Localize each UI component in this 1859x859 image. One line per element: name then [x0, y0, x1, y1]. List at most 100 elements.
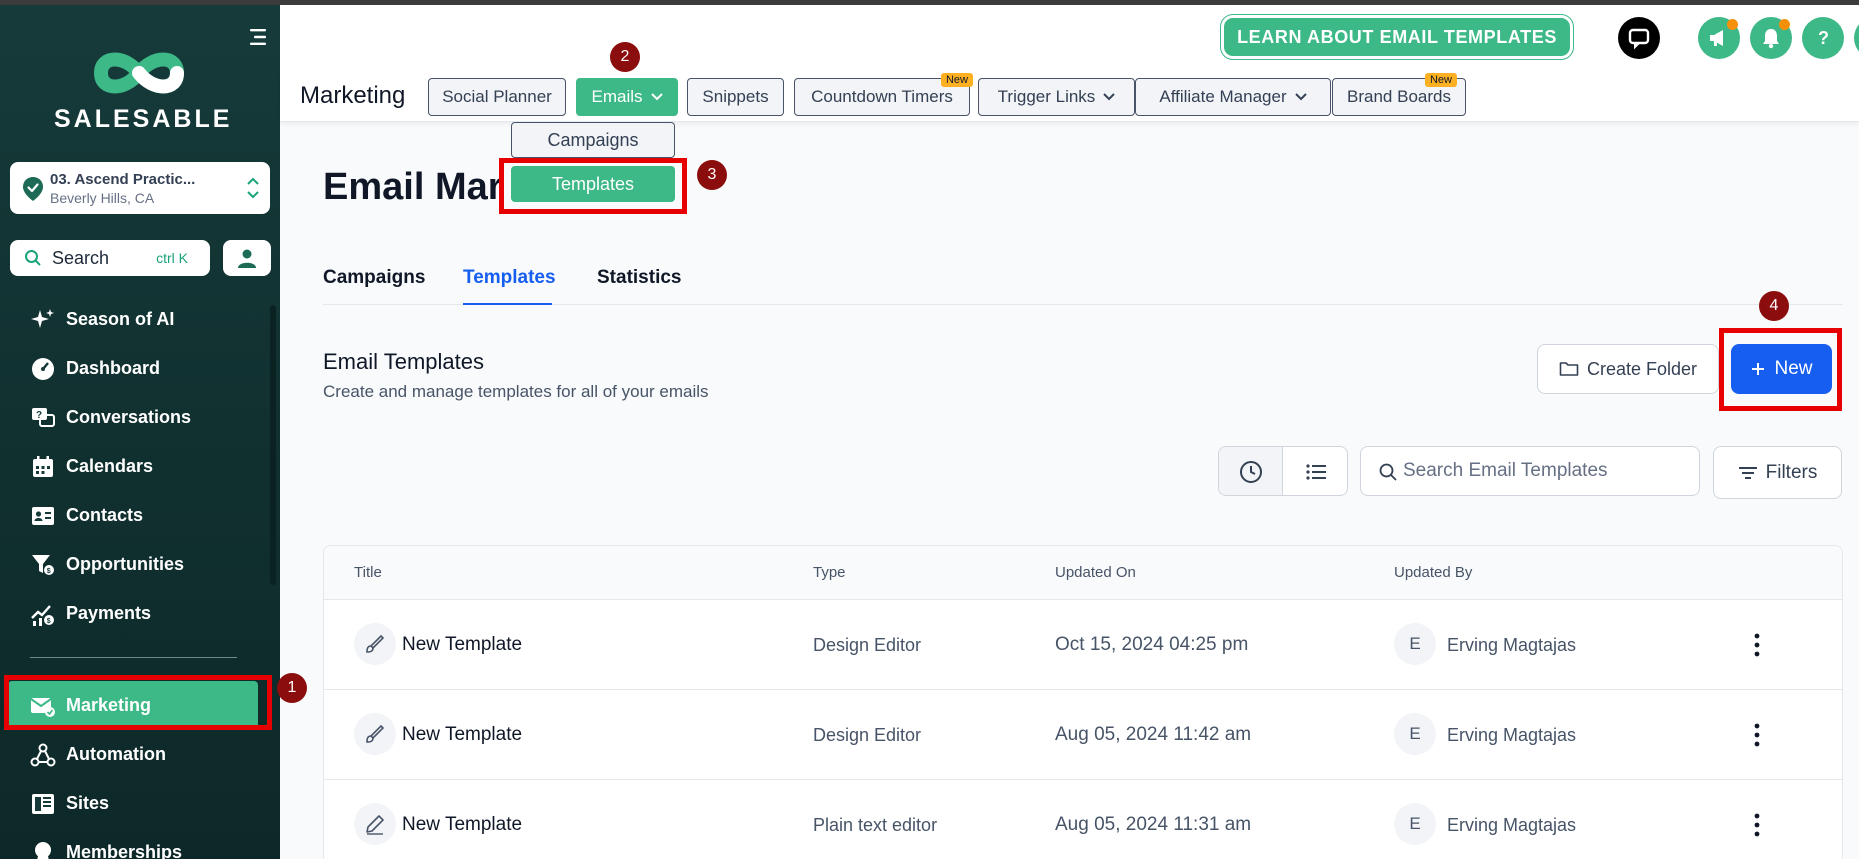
brand-name: SALESABLE [54, 105, 233, 133]
sidebar-item-season-of-ai[interactable]: Season of AI [0, 295, 270, 344]
tab-campaigns[interactable]: Campaigns [323, 267, 425, 289]
svg-text:$: $ [47, 618, 51, 625]
megaphone-icon[interactable] [1698, 17, 1740, 59]
tab-countdown-timers[interactable]: Countdown Timers New [794, 73, 973, 116]
create-folder-label: Create Folder [1586, 358, 1698, 379]
tab-brand-boards[interactable]: Brand Boards New [1332, 73, 1466, 116]
sidebar-item-label: Sites [66, 793, 110, 813]
clock-icon [1239, 461, 1262, 483]
sidebar-item-memberships[interactable]: Memberships [0, 828, 270, 859]
new-button-label: New [1774, 358, 1813, 379]
infinity-logo-icon [93, 52, 185, 94]
sidebar-scrollbar[interactable] [270, 305, 276, 585]
contact-card-icon [32, 506, 54, 525]
sidebar-item-sites[interactable]: Sites [0, 779, 270, 828]
brush-icon [354, 713, 396, 755]
menu-item-campaigns[interactable]: Campaigns [511, 122, 675, 158]
active-tab-underline [463, 303, 552, 305]
column-type[interactable]: Type [813, 564, 846, 581]
sidebar-item-marketing[interactable]: Marketing [8, 681, 258, 730]
step-marker-4: 4 [1759, 291, 1789, 321]
tab-label: Affiliate Manager [1159, 87, 1287, 106]
sparkles-icon [31, 308, 54, 328]
marketing-subnav: Marketing Social Planner Emails Snippets… [280, 72, 1859, 122]
step-marker-3: 3 [697, 160, 727, 190]
location-name: 03. Ascend Practic... [50, 171, 196, 188]
svg-text:?: ? [1818, 28, 1829, 48]
tab-statistics[interactable]: Statistics [597, 267, 681, 289]
sidebar-item-contacts[interactable]: Contacts [0, 491, 270, 540]
template-search-field[interactable] [1360, 446, 1700, 496]
template-search-input[interactable] [1403, 457, 1683, 485]
sidebar-item-label: Conversations [66, 407, 192, 427]
template-updated-by: Erving Magtajas [1447, 815, 1577, 835]
new-badge: New [1424, 73, 1457, 87]
folder-icon [1559, 362, 1579, 376]
view-toggle [1218, 446, 1348, 496]
table-row[interactable]: New Template Plain text editor Aug 05, 2… [324, 780, 1842, 859]
page-tabs: Campaigns Templates Statistics [323, 263, 1843, 305]
template-title[interactable]: New Template [402, 814, 522, 836]
brush-icon [354, 623, 396, 665]
template-type: Design Editor [813, 635, 922, 655]
tab-snippets[interactable]: Snippets [687, 78, 784, 116]
tab-templates[interactable]: Templates [463, 267, 556, 289]
list-view-button[interactable] [1283, 447, 1347, 495]
location-switcher[interactable]: 03. Ascend Practic... Beverly Hills, CA [10, 162, 270, 214]
sidebar-item-payments[interactable]: $ Payments [0, 589, 270, 638]
svg-text:$: $ [47, 568, 51, 575]
column-updated-by[interactable]: Updated By [1394, 564, 1472, 581]
sidebar-item-conversations[interactable]: ? Conversations [0, 393, 270, 442]
menu-item-templates[interactable]: Templates [511, 166, 675, 202]
tab-label: Emails [591, 87, 643, 106]
section-subtitle: Create and manage templates for all of y… [323, 382, 709, 401]
sidebar-item-calendars[interactable]: Calendars [0, 442, 270, 491]
tab-emails[interactable]: Emails [576, 78, 678, 116]
help-icon[interactable]: ? [1802, 17, 1844, 59]
column-title[interactable]: Title [354, 564, 382, 581]
section-title: Email Templates [323, 349, 484, 374]
template-type: Plain text editor [813, 815, 938, 835]
tab-trigger-links[interactable]: Trigger Links [978, 78, 1135, 116]
sidebar-item-dashboard[interactable]: Dashboard [0, 344, 270, 393]
search-icon [25, 250, 41, 266]
bell-icon[interactable] [1750, 17, 1792, 59]
more-options-icon[interactable] [1751, 720, 1763, 750]
chart-coin-icon: $ [31, 604, 54, 626]
filters-button[interactable]: Filters [1713, 446, 1842, 499]
sidebar-item-opportunities[interactable]: $ Opportunities [0, 540, 270, 589]
chevron-down-icon [650, 93, 663, 101]
sidebar-item-label: Marketing [66, 695, 152, 715]
filter-lines-icon [1738, 466, 1757, 479]
page-title: Email Mar [323, 166, 503, 208]
table-row[interactable]: New Template Design Editor Oct 15, 2024 … [324, 600, 1842, 690]
template-title[interactable]: New Template [402, 724, 522, 746]
learn-email-templates-button[interactable]: LEARN ABOUT EMAIL TEMPLATES [1220, 14, 1574, 60]
chat-widget-icon[interactable] [1618, 17, 1660, 59]
more-options-icon[interactable] [1751, 630, 1763, 660]
chevron-up-down-icon [247, 177, 259, 199]
layout-icon [32, 793, 54, 814]
user-icon [238, 249, 256, 268]
brand-logo: SALESABLE [54, 43, 233, 134]
template-title[interactable]: New Template [402, 634, 522, 656]
tab-affiliate-manager[interactable]: Affiliate Manager [1135, 78, 1331, 116]
column-updated-on[interactable]: Updated On [1055, 564, 1136, 581]
emails-dropdown-menu: Campaigns Templates [511, 122, 675, 212]
sidebar-item-label: Season of AI [66, 309, 175, 329]
template-type: Design Editor [813, 725, 922, 745]
more-options-icon[interactable] [1751, 810, 1763, 840]
sidebar-nav-secondary: Marketing Automation Sites Memberships [0, 681, 270, 859]
sidebar-search[interactable]: Search ctrl K [10, 240, 210, 276]
create-folder-button[interactable]: Create Folder [1537, 344, 1719, 394]
user-profile-button[interactable] [223, 240, 271, 276]
recent-view-button[interactable] [1219, 447, 1283, 495]
sidebar-divider [30, 657, 237, 658]
collapse-menu-icon[interactable] [246, 27, 268, 47]
new-template-button[interactable]: New [1731, 344, 1832, 394]
account-avatar[interactable] [1854, 17, 1859, 59]
tab-label: Social Planner [442, 87, 552, 106]
sidebar-item-automation[interactable]: Automation [0, 730, 270, 779]
table-row[interactable]: New Template Design Editor Aug 05, 2024 … [324, 690, 1842, 780]
tab-social-planner[interactable]: Social Planner [428, 78, 566, 116]
